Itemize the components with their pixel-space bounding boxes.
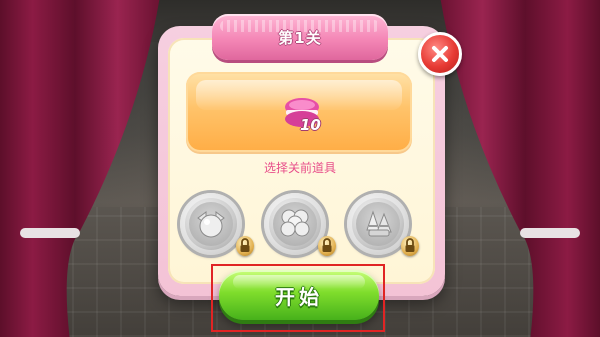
booster-slot-2[interactable] (264, 193, 326, 255)
cookie-cluster-icon (280, 209, 310, 237)
lock-icon (318, 236, 336, 256)
booster-slot-1[interactable] (180, 193, 242, 255)
booster-slot-3[interactable] (347, 193, 409, 255)
level-title-banner: 第1关 (212, 14, 388, 60)
right-curtain (440, 0, 600, 337)
lock-icon (401, 236, 419, 256)
level-title: 第1关 (278, 28, 322, 47)
highlight-box (211, 264, 385, 332)
left-curtain (0, 0, 160, 337)
lock-icon (236, 236, 254, 256)
bomb-candy-icon (197, 211, 225, 238)
close-button[interactable] (418, 32, 462, 76)
striped-candy-icon (366, 210, 392, 237)
reward-count: 10 (300, 116, 321, 134)
close-icon (432, 46, 448, 62)
select-booster-label: 选择关前道具 (263, 161, 336, 175)
